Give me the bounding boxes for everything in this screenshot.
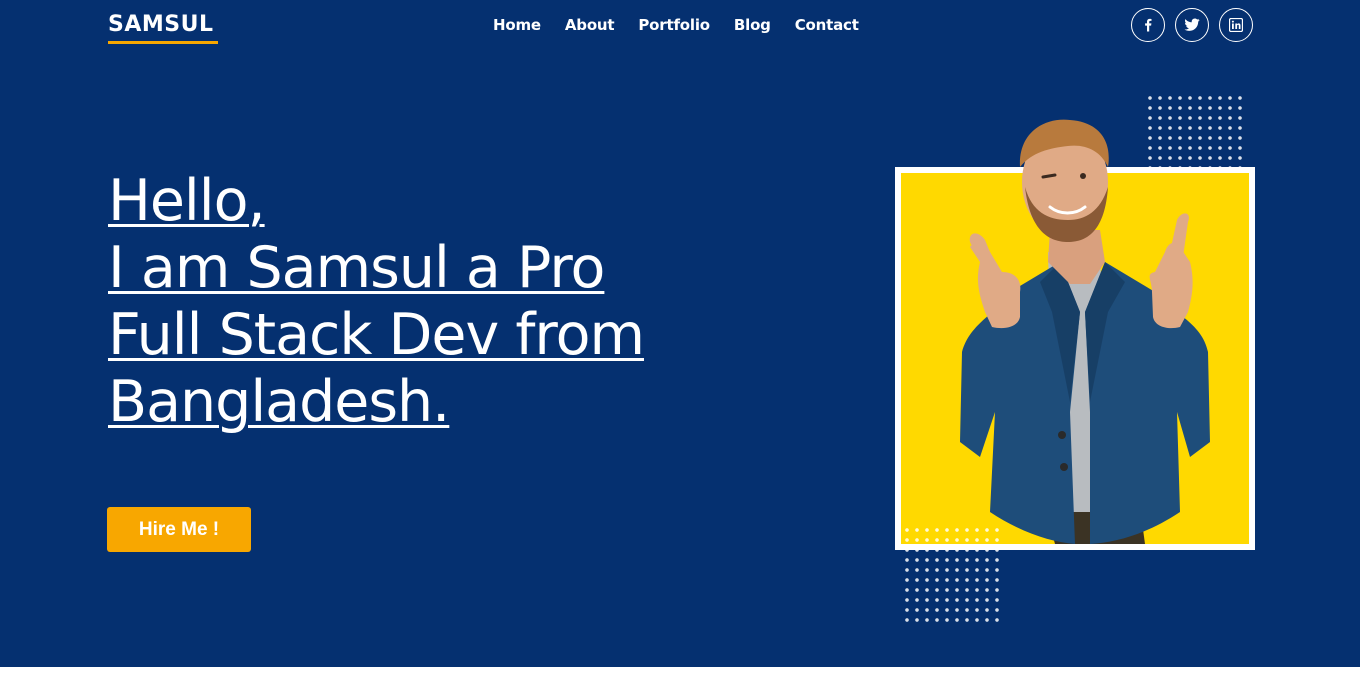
nav-contact[interactable]: Contact — [795, 16, 859, 34]
page-bottom-strip — [0, 667, 1360, 687]
hero-headline: Hello, I am Samsul a Pro Full Stack Dev … — [108, 168, 748, 436]
headline-line: Bangladesh. — [108, 369, 450, 435]
social-links — [1131, 8, 1253, 42]
twitter-button[interactable] — [1175, 8, 1209, 42]
site-logo[interactable]: SAMSUL — [108, 12, 214, 37]
linkedin-icon — [1229, 18, 1243, 32]
profile-photo — [960, 119, 1210, 544]
main-nav: Home About Portfolio Blog Contact — [493, 16, 859, 34]
nav-blog[interactable]: Blog — [734, 16, 771, 34]
twitter-icon — [1184, 18, 1200, 31]
logo-underline — [108, 41, 218, 44]
headline-line: Full Stack Dev from — [108, 302, 645, 368]
nav-portfolio[interactable]: Portfolio — [638, 16, 710, 34]
hero-section: SAMSUL Home About Portfolio Blog Contact — [0, 0, 1360, 667]
headline-line: Hello, — [108, 168, 266, 234]
headline-line: I am Samsul a Pro — [108, 235, 605, 301]
nav-home[interactable]: Home — [493, 16, 541, 34]
facebook-button[interactable] — [1131, 8, 1165, 42]
hire-me-button[interactable]: Hire Me ! — [107, 507, 251, 552]
nav-about[interactable]: About — [565, 16, 615, 34]
facebook-icon — [1145, 18, 1152, 32]
linkedin-button[interactable] — [1219, 8, 1253, 42]
